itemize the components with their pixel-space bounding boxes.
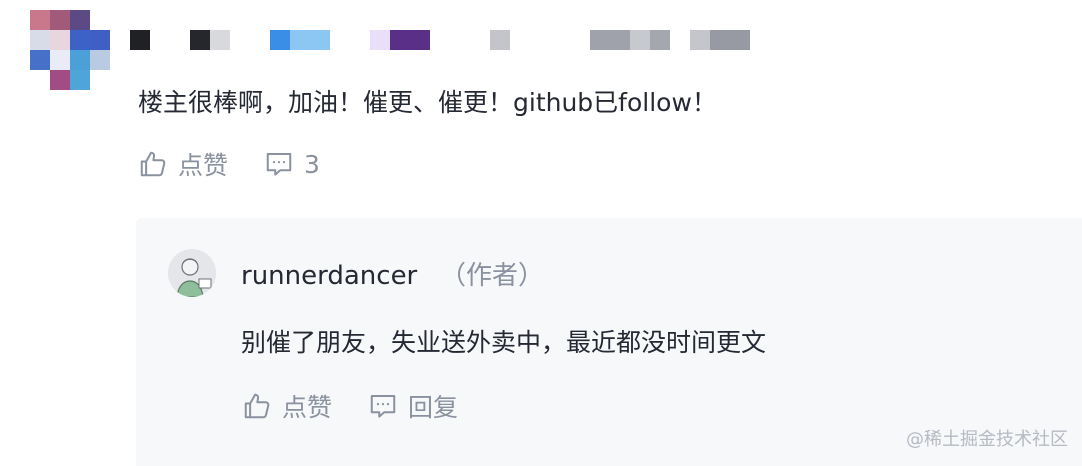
reply-actions: 点赞 回复 — [242, 388, 458, 424]
like-label: 点赞 — [282, 393, 333, 422]
comment-like-button[interactable]: 点赞 — [138, 146, 228, 182]
thumbs-up-icon — [140, 151, 166, 177]
reply-reply-button[interactable]: 回复 — [368, 388, 458, 424]
reply-like-button[interactable]: 点赞 — [242, 388, 332, 424]
commenter-avatar[interactable] — [30, 10, 110, 90]
comment-reply-button[interactable]: 3 — [264, 149, 320, 179]
reply-text: 别催了朋友，失业送外卖中，最近都没时间更文 — [241, 328, 767, 357]
thumbs-up-icon — [244, 393, 270, 419]
reply-count: 3 — [304, 149, 320, 179]
author-badge: （作者） — [440, 261, 545, 291]
like-label: 点赞 — [178, 151, 229, 180]
reply-author-avatar[interactable] — [168, 249, 216, 297]
site-watermark: @稀土掘金技术社区 — [906, 429, 1068, 450]
comment-actions: 点赞 3 — [138, 146, 320, 182]
commenter-username-censored — [130, 18, 770, 58]
comment-bubble-icon — [266, 153, 292, 176]
reply-label: 回复 — [408, 393, 459, 422]
comment-text: 楼主很棒啊，加油！催更、催更！github已follow！ — [138, 88, 717, 117]
user-avatar-illustration — [168, 249, 216, 297]
reply-author-name[interactable]: runnerdancer — [241, 258, 417, 294]
comment-bubble-icon — [370, 395, 396, 418]
